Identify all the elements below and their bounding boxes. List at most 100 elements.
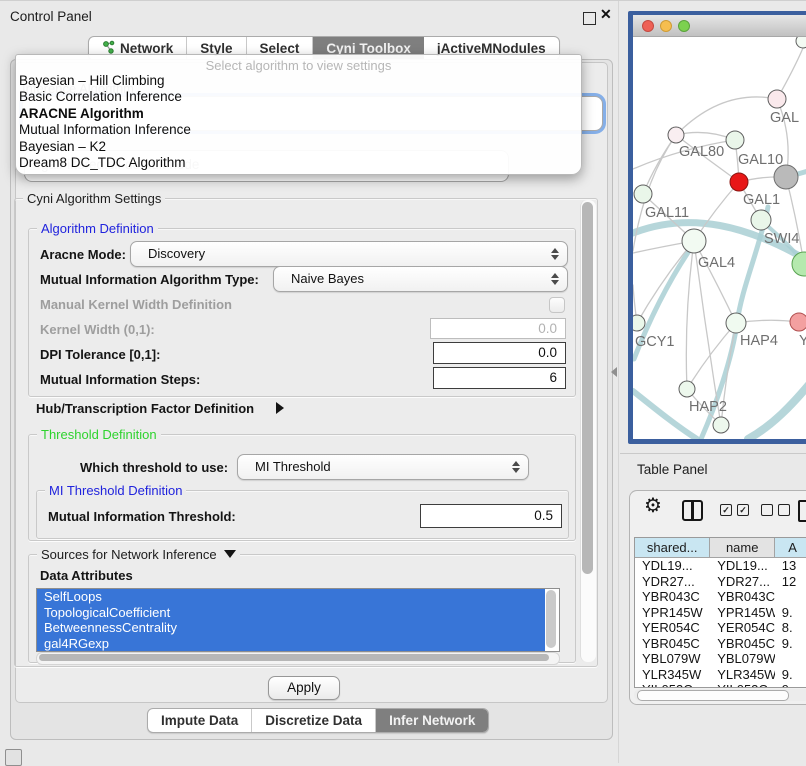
- aracne-mode-value: Discovery: [131, 242, 567, 261]
- minimize-window-icon[interactable]: [661, 21, 672, 32]
- table-cell: YDR27...: [710, 574, 775, 590]
- column-header[interactable]: shared...: [635, 538, 710, 558]
- table-cell: 9.: [775, 682, 806, 688]
- table-row[interactable]: YBR045CYBR045C9.: [635, 636, 806, 652]
- algorithm-option[interactable]: Basic Correlation Inference: [16, 89, 581, 105]
- algorithm-option[interactable]: Bayesian – Hill Climbing: [16, 73, 581, 89]
- expand-right-arrow-icon[interactable]: [276, 402, 284, 414]
- table-row[interactable]: YDL19...YDL19...13: [635, 558, 806, 574]
- close-panel-icon[interactable]: ✕: [600, 6, 612, 23]
- algorithm-definition-title: Algorithm Definition: [37, 221, 158, 236]
- table-cell: YIL052C: [635, 682, 710, 688]
- attributes-vscrollbar-thumb[interactable]: [546, 590, 556, 648]
- data-attributes-list[interactable]: SelfLoopsTopologicalCoefficientBetweenne…: [36, 588, 560, 652]
- mi-steps-field[interactable]: 6: [433, 367, 566, 389]
- table-cell: YDL19...: [710, 558, 775, 574]
- tab-discretize-data[interactable]: Discretize Data: [252, 709, 376, 732]
- unchecked-columns-icon[interactable]: [761, 504, 790, 516]
- network-node[interactable]: [713, 417, 729, 433]
- mi-threshold-field[interactable]: 0.5: [420, 504, 562, 528]
- table-row[interactable]: YIL052CYIL052C9.: [635, 682, 806, 688]
- table-row[interactable]: YER054CYER054C8.: [635, 620, 806, 636]
- algorithm-dropdown-popup: Select algorithm to view settings Bayesi…: [15, 54, 582, 175]
- new-document-icon[interactable]: [798, 500, 806, 522]
- table-cell: YPR145W: [710, 605, 775, 621]
- attribute-list-item[interactable]: gal4RGexp: [37, 636, 545, 652]
- table-cell: YBL079W: [710, 651, 775, 667]
- attribute-list-item[interactable]: SelfLoops: [37, 589, 545, 605]
- checked-columns-icon[interactable]: ✓ ✓: [720, 504, 749, 516]
- node-attribute-table[interactable]: shared...nameAYDL19...YDL19...13YDR27...…: [634, 537, 806, 688]
- table-cell: YBR043C: [635, 589, 710, 605]
- column-header[interactable]: A: [775, 538, 806, 558]
- attributes-hscrollbar-thumb[interactable]: [39, 654, 549, 661]
- apply-button[interactable]: Apply: [268, 676, 340, 700]
- which-threshold-combobox[interactable]: MI Threshold: [237, 454, 529, 480]
- network-window-titlebar[interactable]: [633, 15, 806, 37]
- splitter-collapse-arrow-icon[interactable]: [611, 367, 617, 377]
- algorithm-option[interactable]: Bayesian – K2: [16, 139, 581, 155]
- column-header[interactable]: name: [710, 538, 775, 558]
- table-cell: 9.: [775, 636, 806, 652]
- mi-algorithm-type-combobox[interactable]: Naive Bayes: [273, 266, 568, 292]
- network-node-y[interactable]: [790, 313, 806, 331]
- attributes-hscrollbar-track[interactable]: [36, 652, 560, 665]
- cyni-bottom-tabs: Impute DataDiscretize DataInfer Network: [147, 708, 489, 733]
- table-cell: YER054C: [710, 620, 775, 636]
- algorithm-option[interactable]: Dream8 DC_TDC Algorithm: [16, 155, 581, 171]
- manual-kernel-width-checkbox[interactable]: [549, 297, 565, 313]
- network-node-gal80[interactable]: [668, 127, 684, 143]
- table-cell: YLR345W: [635, 667, 710, 683]
- algorithm-option[interactable]: ARACNE Algorithm: [16, 106, 581, 122]
- table-hscrollbar-thumb[interactable]: [637, 690, 789, 701]
- attribute-list-item[interactable]: TopologicalCoefficient: [37, 605, 545, 621]
- stepper-arrows-icon: [551, 273, 559, 285]
- collapse-down-arrow-icon[interactable]: [224, 550, 236, 558]
- table-row[interactable]: YBL079WYBL079W: [635, 651, 806, 667]
- network-node-gal4[interactable]: [682, 229, 706, 253]
- network-node-hap4[interactable]: [726, 313, 746, 333]
- table-hscrollbar-track[interactable]: [634, 689, 806, 701]
- hub-definition-label: Hub/Transcription Factor Definition: [36, 401, 254, 416]
- aracne-mode-combobox[interactable]: Discovery: [130, 241, 568, 267]
- threshold-definition-title: Threshold Definition: [37, 427, 161, 442]
- cyni-algorithm-settings-title: Cyni Algorithm Settings: [23, 191, 165, 206]
- tab-infer-network[interactable]: Infer Network: [376, 709, 488, 732]
- zoom-window-icon[interactable]: [679, 21, 690, 32]
- table-row[interactable]: YPR145WYPR145W9.: [635, 605, 806, 621]
- attribute-list-item[interactable]: BetweennessCentrality: [37, 620, 545, 636]
- tab-impute-data[interactable]: Impute Data: [148, 709, 252, 732]
- network-view-window[interactable]: GALGAL80GAL10GAL1GAL11SWI4GAL4GCY1HAP4YH…: [620, 1, 806, 446]
- network-node-gal10[interactable]: [726, 131, 744, 149]
- close-window-icon[interactable]: [643, 21, 654, 32]
- table-row[interactable]: YLR345WYLR345W9.: [635, 667, 806, 683]
- minimized-panel-icon[interactable]: [5, 749, 22, 766]
- table-cell: 8.: [775, 620, 806, 636]
- network-node[interactable]: [774, 165, 798, 189]
- network-node-gal[interactable]: [768, 90, 786, 108]
- algorithm-dropdown-list: Bayesian – Hill ClimbingBasic Correlatio…: [16, 73, 581, 171]
- panel-splitter[interactable]: [618, 1, 619, 763]
- table-row[interactable]: YDR27...YDR27...12: [635, 574, 806, 590]
- float-panel-icon[interactable]: [583, 12, 596, 25]
- node-label: GAL10: [738, 152, 783, 168]
- table-cell: 9.: [775, 667, 806, 683]
- stepper-arrows-icon: [512, 461, 520, 473]
- network-node-swi4[interactable]: [751, 210, 771, 230]
- network-node-gal11[interactable]: [634, 185, 652, 203]
- settings-gear-icon[interactable]: ⚙: [644, 496, 662, 516]
- split-columns-icon[interactable]: [682, 500, 703, 521]
- mi-algorithm-type-label: Mutual Information Algorithm Type:: [40, 272, 259, 287]
- table-panel: ⚙ ✓ ✓ shared...nameAYDL19...YDL19...13YD…: [629, 490, 806, 705]
- panel-title: Control Panel: [10, 9, 92, 24]
- network-node-gal1[interactable]: [730, 173, 748, 191]
- network-node-hap2[interactable]: [679, 381, 695, 397]
- settings-scrollbar-thumb[interactable]: [582, 202, 593, 574]
- node-label: GAL: [770, 110, 799, 126]
- algorithm-option[interactable]: Mutual Information Inference: [16, 122, 581, 138]
- dpi-tolerance-field[interactable]: 0.0: [433, 342, 566, 364]
- table-panel-divider: [620, 453, 806, 454]
- node-label: GAL80: [679, 144, 724, 160]
- kernel-width-field[interactable]: 0.0: [430, 318, 566, 339]
- table-row[interactable]: YBR043CYBR043C: [635, 589, 806, 605]
